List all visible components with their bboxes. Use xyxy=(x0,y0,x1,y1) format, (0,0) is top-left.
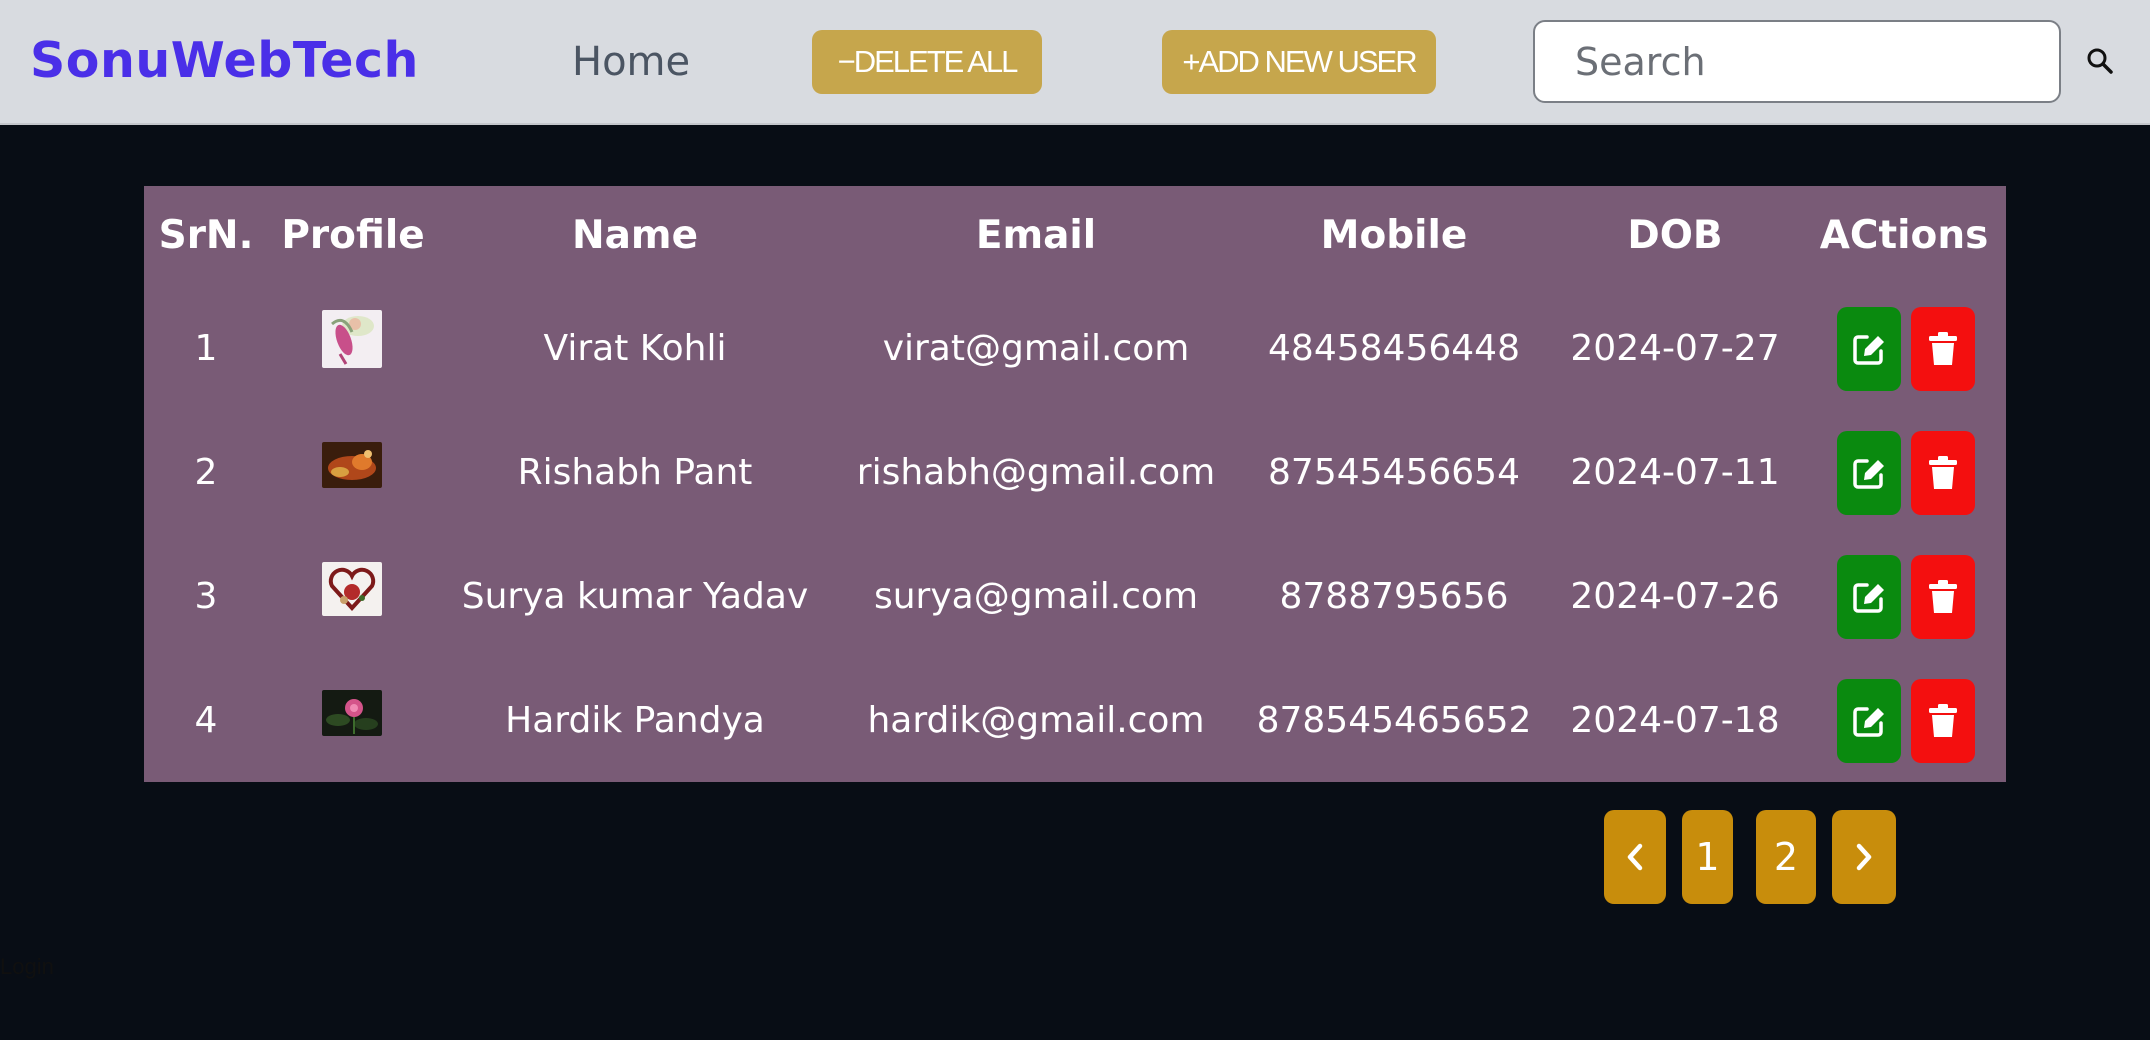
profile-image xyxy=(322,310,382,368)
row-name: Hardik Pandya xyxy=(505,700,765,741)
add-new-user-button[interactable]: +ADD NEW USER xyxy=(1162,30,1436,94)
edit-icon xyxy=(1853,707,1884,737)
row-email: surya@gmail.com xyxy=(873,576,1199,617)
navbar: SonuWebTech Home −DELETE ALL +ADD NEW US… xyxy=(0,0,2150,125)
search-input[interactable] xyxy=(1533,20,2061,103)
row-srno: 4 xyxy=(194,700,218,741)
column-header-name: Name xyxy=(571,213,699,258)
column-header-dob: DOB xyxy=(1627,213,1723,258)
row-srno: 3 xyxy=(194,576,218,617)
row-name: Surya kumar Yadav xyxy=(461,576,809,617)
column-header-profile: Profile xyxy=(281,213,425,258)
row-dob: 2024-07-26 xyxy=(1570,576,1780,617)
edit-icon xyxy=(1853,459,1884,489)
login-link[interactable]: Login xyxy=(0,954,54,980)
trash-icon xyxy=(1929,580,1957,613)
row-mobile: 878545465652 xyxy=(1256,700,1532,741)
row-mobile: 87545456654 xyxy=(1268,452,1520,493)
column-header-email: Email xyxy=(975,213,1097,258)
edit-button[interactable] xyxy=(1837,431,1901,515)
pagination-page-1[interactable]: 1 xyxy=(1682,810,1733,904)
row-mobile: 48458456448 xyxy=(1268,328,1520,369)
row-srno: 2 xyxy=(194,452,218,493)
row-mobile: 8788795656 xyxy=(1279,576,1509,617)
trash-icon xyxy=(1929,456,1957,489)
nav-home-link[interactable]: Home xyxy=(572,34,690,90)
pagination-next-button[interactable] xyxy=(1832,810,1896,904)
row-dob: 2024-07-11 xyxy=(1570,452,1780,493)
column-header-mobile: Mobile xyxy=(1320,213,1468,258)
row-name: Rishabh Pant xyxy=(517,452,753,493)
profile-image xyxy=(322,442,382,488)
row-email: hardik@gmail.com xyxy=(867,700,1205,741)
chevron-left-icon xyxy=(1627,843,1643,871)
pagination-page-2[interactable]: 2 xyxy=(1756,810,1816,904)
edit-icon xyxy=(1853,335,1884,365)
edit-icon xyxy=(1853,583,1884,613)
users-table: SrN. Profile Name Email Mobile DOB ACtio… xyxy=(144,186,2006,782)
trash-icon xyxy=(1929,704,1957,737)
delete-button[interactable] xyxy=(1911,431,1975,515)
edit-button[interactable] xyxy=(1837,679,1901,763)
delete-button[interactable] xyxy=(1911,555,1975,639)
row-dob: 2024-07-18 xyxy=(1570,700,1780,741)
row-name: Virat Kohli xyxy=(543,328,727,369)
chevron-right-icon xyxy=(1856,843,1872,871)
row-srno: 1 xyxy=(194,328,218,369)
pagination-prev-button[interactable] xyxy=(1604,810,1666,904)
delete-button[interactable] xyxy=(1911,679,1975,763)
column-header-actions: ACtions xyxy=(1819,213,1989,258)
row-email: rishabh@gmail.com xyxy=(856,452,1216,493)
edit-button[interactable] xyxy=(1837,307,1901,391)
trash-icon xyxy=(1929,332,1957,365)
edit-button[interactable] xyxy=(1837,555,1901,639)
row-email: virat@gmail.com xyxy=(882,328,1190,369)
row-dob: 2024-07-27 xyxy=(1570,328,1780,369)
profile-image xyxy=(322,562,382,616)
delete-button[interactable] xyxy=(1911,307,1975,391)
search-icon[interactable] xyxy=(2085,46,2115,76)
delete-all-button[interactable]: −DELETE ALL xyxy=(812,30,1042,94)
profile-image xyxy=(322,690,382,736)
column-header-srno: SrN. xyxy=(158,213,254,258)
brand-logo[interactable]: SonuWebTech xyxy=(30,30,419,92)
